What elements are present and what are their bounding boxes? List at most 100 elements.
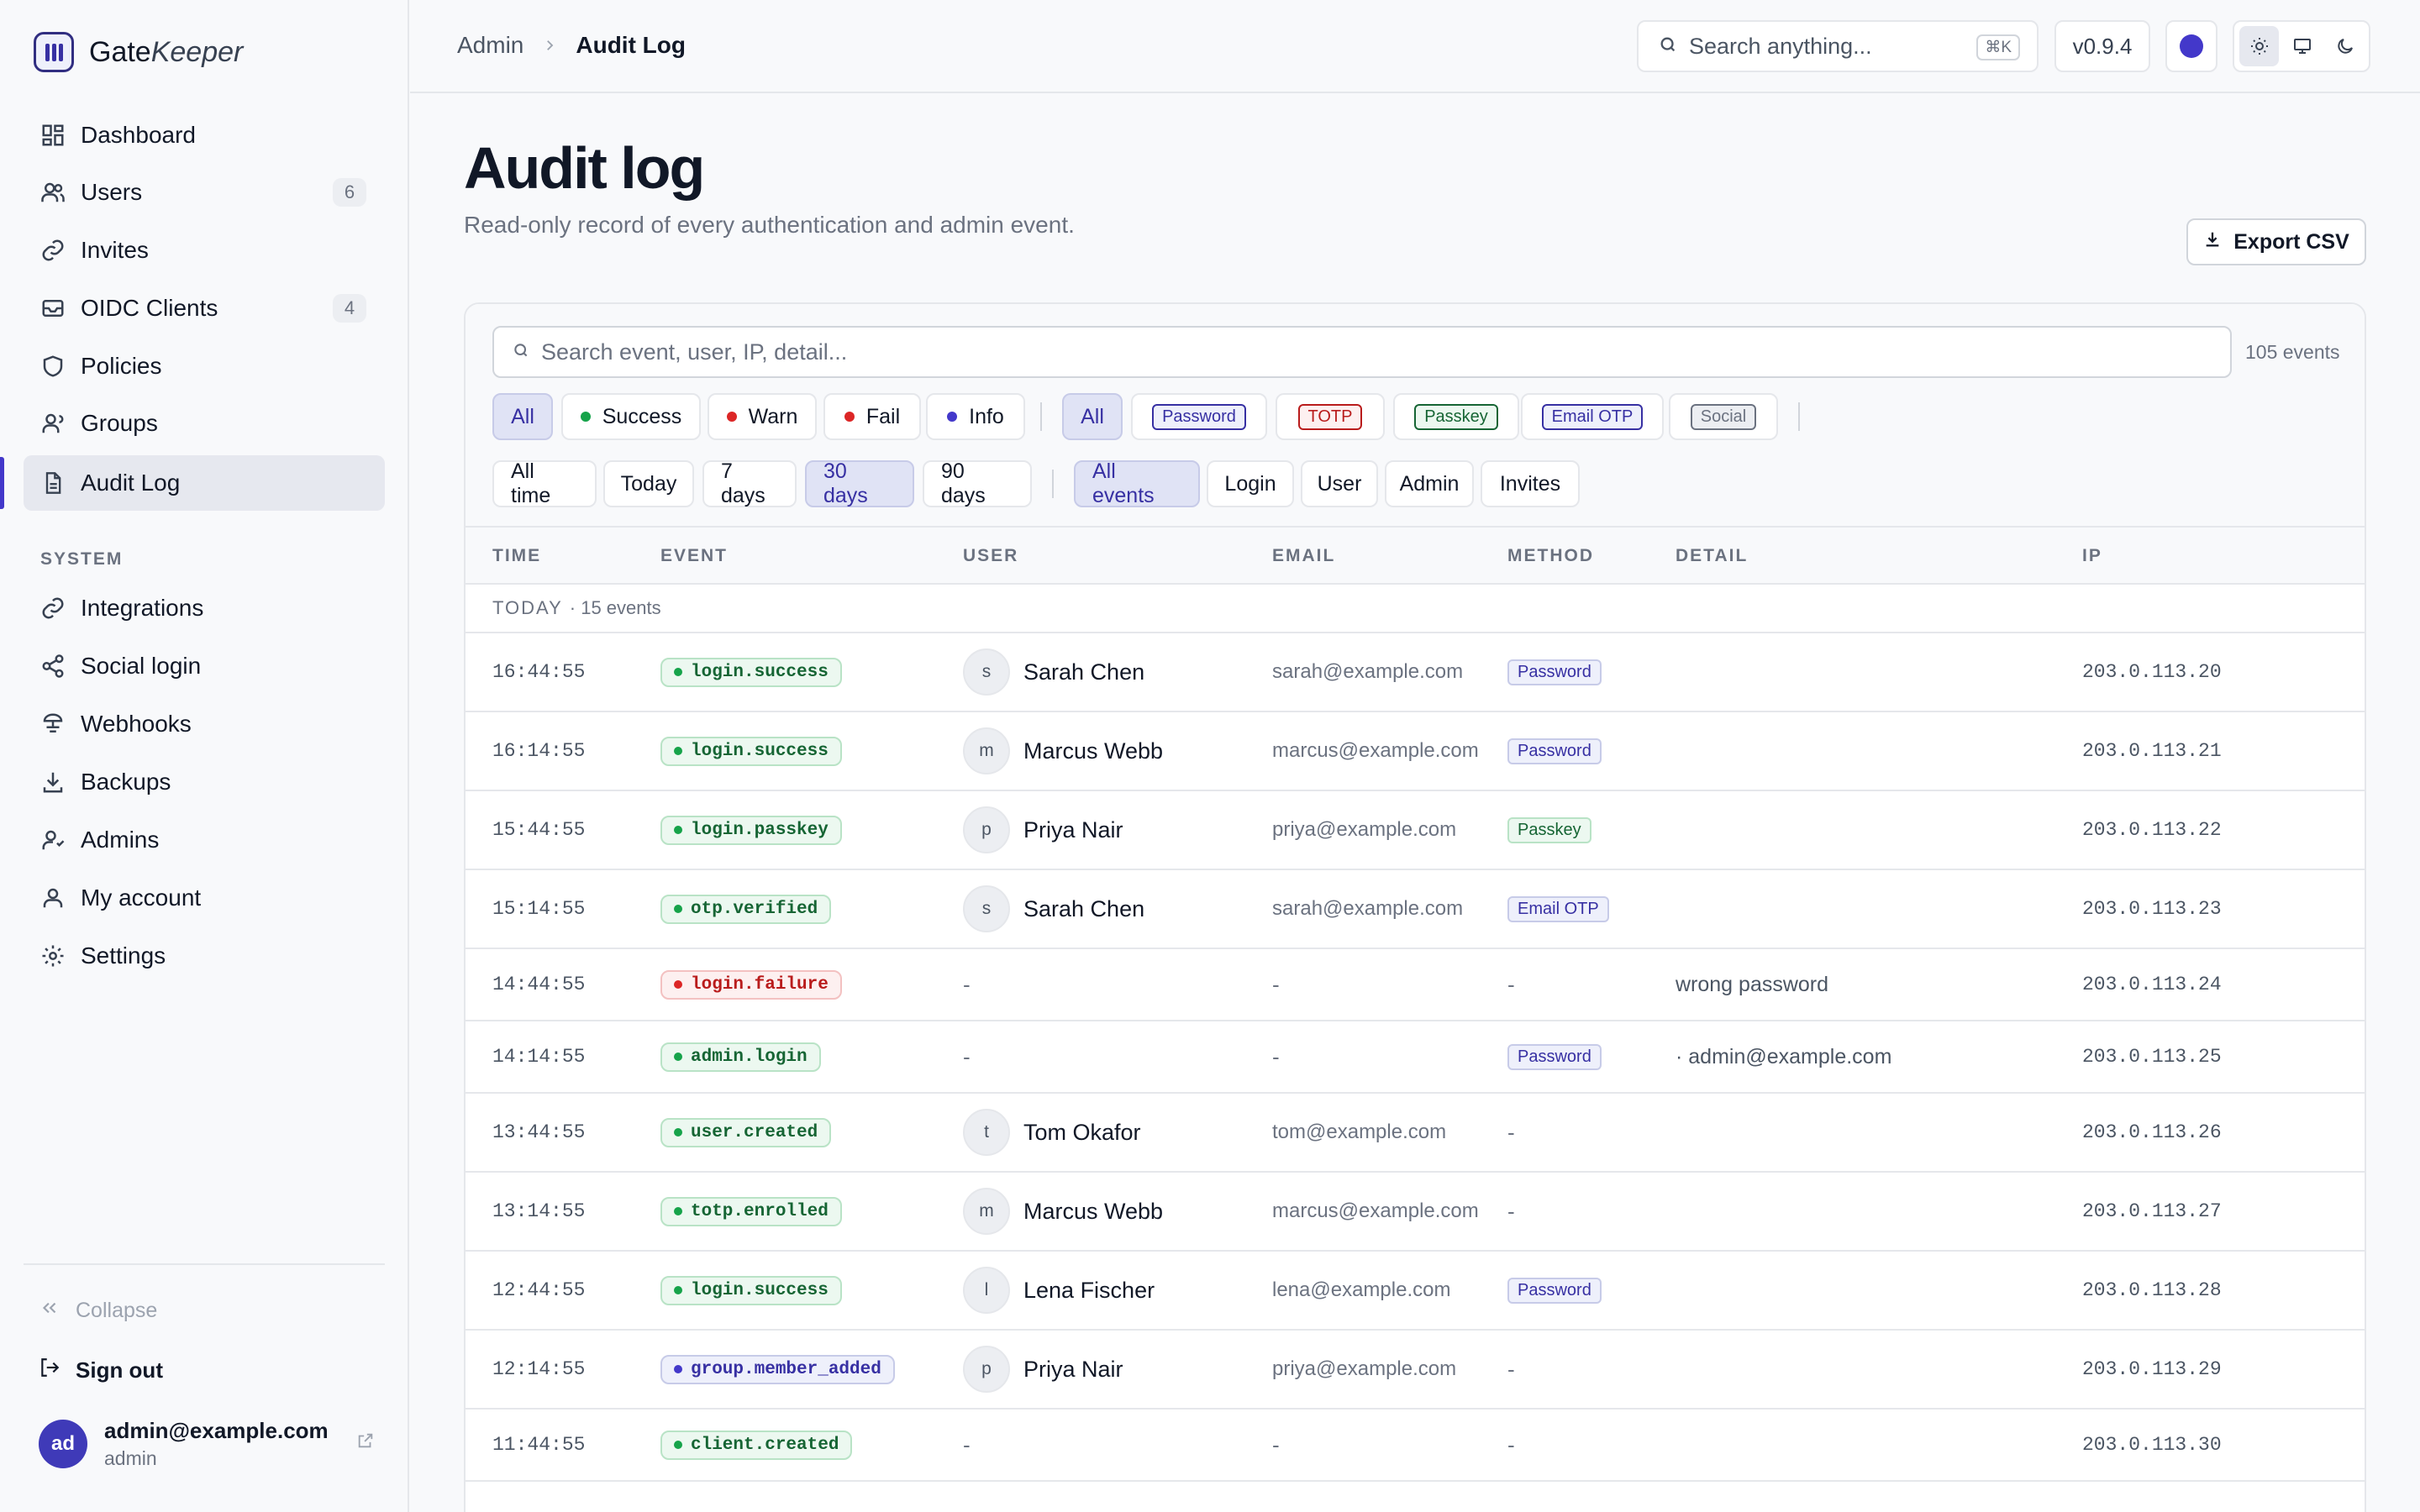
method-filter-email-otp[interactable]: Email OTP [1521, 393, 1664, 440]
table-row[interactable]: 13:14:55 totp.enrolled m Marcus Webb marcus@… [466, 1173, 2365, 1252]
audit-log-card: Search event, user, IP, detail... 105 ev… [464, 302, 2366, 1512]
dark-theme-button[interactable] [2326, 26, 2365, 66]
event-badge[interactable]: user.created [660, 1117, 832, 1147]
sidebar-item-invites[interactable]: Invites [24, 223, 385, 278]
breadcrumb-admin[interactable]: Admin [457, 32, 523, 59]
method-filter-passkey[interactable]: Passkey [1393, 393, 1519, 440]
type-user[interactable]: User [1301, 460, 1378, 507]
column-email[interactable]: EMAIL [1272, 546, 1335, 566]
export-csv-button[interactable]: Export CSV [2186, 218, 2366, 265]
column-ip[interactable]: IP [2082, 546, 2102, 566]
current-user-card[interactable]: ad admin@example.com admin [39, 1418, 375, 1470]
sidebar-item-integrations[interactable]: Integrations [24, 580, 385, 636]
type-invites[interactable]: Invites [1481, 460, 1580, 507]
system-theme-button[interactable] [2282, 26, 2322, 66]
event-badge[interactable]: login.passkey [660, 815, 842, 845]
status-filter-warn[interactable]: Warn [708, 393, 817, 440]
event-badge[interactable]: login.success [660, 1275, 842, 1305]
event-badge[interactable]: login.success [660, 736, 842, 766]
external-link-icon[interactable] [356, 1431, 375, 1454]
event-badge[interactable]: group.member_added [660, 1354, 895, 1384]
event-detail: · admin@example.com [1676, 1044, 1892, 1068]
sidebar-item-oidc-clients[interactable]: OIDC Clients 4 [24, 281, 385, 336]
user-name: - [963, 1043, 971, 1069]
table-row[interactable]: 15:14:55 otp.verified s Sarah Chen sarah@exa… [466, 870, 2365, 949]
download-icon [39, 768, 67, 796]
type-admin[interactable]: Admin [1385, 460, 1474, 507]
event-badge[interactable]: admin.login [660, 1042, 821, 1072]
sidebar-item-audit-log[interactable]: Audit Log [24, 455, 385, 511]
user-email: lena@example.com [1272, 1278, 1451, 1301]
user-name[interactable]: Sarah Chen [1023, 659, 1144, 685]
method-filter-totp[interactable]: TOTP [1276, 393, 1385, 440]
user-name[interactable]: Tom Okafor [1023, 1120, 1141, 1146]
column-event[interactable]: EVENT [660, 546, 728, 566]
sidebar-item-policies[interactable]: Policies [24, 339, 385, 394]
column-time[interactable]: TIME [492, 546, 541, 566]
sidebar-item-users[interactable]: Users 6 [24, 165, 385, 220]
table-row[interactable]: 16:14:55 login.success m Marcus Webb marcus@… [466, 712, 2365, 791]
version-badge[interactable]: v0.9.4 [2054, 20, 2150, 72]
sidebar-item-label: Webhooks [81, 711, 192, 737]
type-all-events[interactable]: All events [1074, 459, 1200, 507]
sidebar-item-dashboard[interactable]: Dashboard [24, 108, 385, 163]
sidebar-item-social-login[interactable]: Social login [24, 638, 385, 694]
sidebar-item-admins[interactable]: Admins [24, 812, 385, 868]
user-name[interactable]: Marcus Webb [1023, 1199, 1163, 1225]
user-name[interactable]: Priya Nair [1023, 817, 1123, 843]
collapse-button[interactable]: Collapse [39, 1297, 157, 1325]
sidebar-item-settings[interactable]: Settings [24, 928, 385, 984]
event-badge[interactable]: totp.enrolled [660, 1196, 842, 1226]
user-name[interactable]: Lena Fischer [1023, 1278, 1155, 1304]
user-email: priya@example.com [1272, 1357, 1457, 1380]
table-row[interactable]: 16:44:55 login.success s Sarah Chen sarah@ex… [466, 633, 2365, 712]
audit-search-input[interactable]: Search event, user, IP, detail... [492, 326, 2232, 378]
logout-icon [39, 1357, 60, 1384]
column-method[interactable]: METHOD [1507, 546, 1594, 566]
event-badge[interactable]: login.success [660, 657, 842, 687]
user-name[interactable]: Marcus Webb [1023, 738, 1163, 764]
user-name[interactable]: Sarah Chen [1023, 896, 1144, 922]
users-icon [39, 178, 67, 207]
table-row[interactable]: 12:14:55 group.member_added p Priya Nair pri… [466, 1331, 2365, 1410]
event-badge[interactable]: login.failure [660, 969, 842, 1000]
sidebar-divider [24, 1263, 385, 1265]
range-90-days[interactable]: 90 days [923, 459, 1032, 507]
table-row[interactable]: 13:44:55 user.created t Tom Okafor tom@examp… [466, 1094, 2365, 1173]
sidebar-item-backups[interactable]: Backups [24, 754, 385, 810]
table-row[interactable]: 12:44:55 login.success l Lena Fischer lena@e… [466, 1252, 2365, 1331]
sign-out-button[interactable]: Sign out [39, 1357, 163, 1384]
range-all-time[interactable]: All time [492, 459, 597, 507]
global-search-input[interactable]: Search anything... ⌘K [1637, 20, 2039, 72]
event-badge[interactable]: client.created [660, 1430, 853, 1460]
status-filter-success[interactable]: Success [561, 393, 701, 440]
method-filter-all[interactable]: All [1062, 393, 1123, 440]
column-user[interactable]: USER [963, 546, 1018, 566]
sidebar-item-groups[interactable]: Groups [24, 396, 385, 451]
status-dot-icon [674, 980, 682, 989]
event-label: login.success [691, 662, 829, 682]
status-filter-fail[interactable]: Fail [823, 393, 921, 440]
accent-color-button[interactable] [2165, 20, 2217, 72]
method-filter-social[interactable]: Social [1669, 393, 1778, 440]
page-title: Audit log [464, 135, 705, 201]
range-30-days[interactable]: 30 days [805, 459, 914, 507]
table-row[interactable]: 11:44:55 client.created - - - 203.0.113.30 [466, 1410, 2365, 1482]
brand[interactable]: GateKeeper [34, 32, 243, 72]
light-theme-button[interactable] [2239, 26, 2280, 66]
column-detail[interactable]: DETAIL [1676, 546, 1748, 566]
method-badge: - [1507, 1119, 1515, 1145]
table-row[interactable]: 14:44:55 login.failure - - - wrong password 20… [466, 949, 2365, 1021]
event-badge[interactable]: otp.verified [660, 894, 832, 924]
status-filter-all[interactable]: All [492, 393, 553, 440]
range-7-days[interactable]: 7 days [702, 459, 797, 507]
method-filter-password[interactable]: Password [1131, 393, 1267, 440]
table-row[interactable]: 14:14:55 admin.login - - Password · admin@exa… [466, 1021, 2365, 1094]
sidebar-item-webhooks[interactable]: Webhooks [24, 696, 385, 752]
range-today[interactable]: Today [603, 460, 694, 507]
status-filter-info[interactable]: Info [926, 393, 1025, 440]
table-row[interactable]: 15:44:55 login.passkey p Priya Nair priya@ex… [466, 791, 2365, 870]
type-login[interactable]: Login [1207, 460, 1294, 507]
sidebar-item-my-account[interactable]: My account [24, 870, 385, 926]
user-name[interactable]: Priya Nair [1023, 1357, 1123, 1383]
